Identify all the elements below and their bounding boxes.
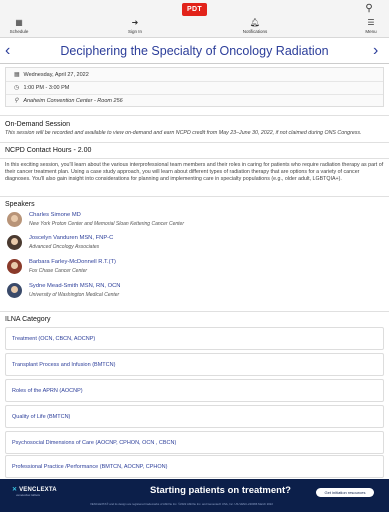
clock-icon: ◷ [14, 85, 20, 91]
category-label: Psychosocial Dimensions of Care (AOCNP, … [12, 440, 177, 446]
session-detail: ▦ Wednesday, April 27, 2022 ◷ 1:00 PM - … [0, 64, 389, 479]
speaker-affiliation: University of Washington Medical Center [29, 292, 120, 298]
category-label: Transplant Process and Infusion (BMTCN) [12, 362, 116, 368]
sign-in-icon: ➜ [131, 18, 139, 27]
avatar [7, 212, 22, 227]
ad-banner[interactable]: ✕ VENCLEXTA venetoclax tablets Starting … [0, 479, 389, 512]
category-item[interactable]: Professional Practice /Performance (BMTC… [5, 455, 384, 478]
on-demand-heading: On-Demand Session [5, 121, 70, 128]
category-item[interactable]: Roles of the APRN (AOCNP) [5, 379, 384, 402]
ad-cta-button[interactable]: Get initiation resources [316, 488, 374, 497]
category-label: Treatment (OCN, CBCN, AOCNP) [12, 336, 96, 342]
speakers-heading: Speakers [5, 201, 35, 208]
session-date: ▦ Wednesday, April 27, 2022 [14, 69, 89, 81]
avatar [7, 259, 22, 274]
title-bar: ‹ Deciphering the Specialty of Oncology … [0, 39, 389, 64]
session-time-text: 1:00 PM - 3:00 PM [23, 85, 70, 91]
nav-schedule-label: Schedule [9, 29, 29, 34]
nav-schedule[interactable]: ▦ Schedule [0, 18, 39, 34]
hamburger-icon: ☰ [367, 18, 375, 27]
category-label: Roles of the APRN (AOCNP) [12, 388, 83, 394]
pdt-logo[interactable]: PDT [182, 3, 207, 16]
category-item[interactable]: Treatment (OCN, CBCN, AOCNP) [5, 327, 384, 350]
speaker-item[interactable]: Sydne Mead-Smith MSN, RN, OCN University… [5, 282, 385, 304]
divider [0, 142, 389, 143]
session-date-text: Wednesday, April 27, 2022 [23, 72, 89, 78]
speaker-affiliation: New York Proton Center and Memorial Sloa… [29, 221, 184, 227]
session-description: In this exciting session, you'll learn a… [5, 162, 384, 182]
speaker-name: Sydne Mead-Smith MSN, RN, OCN [29, 283, 121, 289]
category-label: Professional Practice /Performance (BMTC… [12, 464, 168, 470]
map-pin-icon: ⚲ [14, 98, 19, 104]
contact-hours: NCPD Contact Hours - 2.00 [5, 147, 92, 154]
ad-fine-print: VENCLEXTA® and its design are registered… [90, 502, 273, 506]
speaker-name: Barbara Farley-McDonnell R.T.(T) [29, 259, 116, 265]
on-demand-text: This session will be recorded and availa… [5, 130, 362, 136]
ad-headline: Starting patients on treatment? [150, 485, 291, 496]
calendar-icon: ▦ [15, 18, 23, 27]
avatar [7, 283, 22, 298]
search-icon[interactable]: ⚲ [363, 3, 375, 15]
speaker-item[interactable]: Joscelyn Vanduren MSN, FNP-C Advanced On… [5, 234, 385, 256]
ad-brand-sub: venetoclax tablets [16, 493, 41, 497]
session-time: ◷ 1:00 PM - 3:00 PM [14, 82, 69, 94]
category-item[interactable]: Quality of Life (BMTCN) [5, 405, 384, 428]
page-title: Deciphering the Specialty of Oncology Ra… [60, 44, 329, 58]
speaker-item[interactable]: Barbara Farley-McDonnell R.T.(T) Fox Cha… [5, 258, 385, 280]
top-nav-bar: PDT ⚲ ▦ Schedule ➜ Sign In 🔔︎ Notificati… [0, 0, 389, 38]
nav-menu-label: Menu [365, 29, 377, 34]
category-item[interactable]: Transplant Process and Infusion (BMTCN) [5, 353, 384, 376]
session-location[interactable]: ⚲ Anaheim Convention Center - Room 256 [14, 95, 123, 107]
category-label: Quality of Life (BMTCN) [12, 414, 71, 420]
nav-sign-in-label: Sign In [127, 29, 142, 34]
speaker-affiliation: Advanced Oncology Associates [29, 244, 100, 250]
venclexta-logo: ✕ VENCLEXTA [12, 486, 57, 493]
category-item[interactable]: Psychosocial Dimensions of Care (AOCNP, … [5, 431, 384, 454]
divider [0, 158, 389, 159]
divider [0, 311, 389, 312]
bell-icon: 🔔︎ [249, 18, 261, 27]
speaker-item[interactable]: Charles Simone MD New York Proton Center… [5, 211, 385, 233]
divider [0, 196, 389, 197]
calendar-icon: ▦ [14, 72, 20, 78]
speaker-name: Charles Simone MD [29, 212, 81, 218]
nav-sign-in[interactable]: ➜ Sign In [115, 18, 155, 34]
ilna-category-heading: ILNA Category [5, 316, 51, 323]
speaker-affiliation: Fox Chase Cancer Center [29, 268, 88, 274]
forward-arrow-icon[interactable]: › [373, 41, 378, 61]
back-arrow-icon[interactable]: ‹ [5, 41, 10, 61]
nav-notifications[interactable]: 🔔︎ Notifications [235, 18, 275, 34]
session-info-box: ▦ Wednesday, April 27, 2022 ◷ 1:00 PM - … [5, 67, 384, 107]
divider [0, 115, 389, 116]
avatar [7, 235, 22, 250]
nav-menu[interactable]: ☰ Menu [351, 18, 389, 34]
session-location-text: Anaheim Convention Center - Room 256 [23, 98, 123, 104]
nav-notifications-label: Notifications [242, 29, 268, 34]
speaker-name: Joscelyn Vanduren MSN, FNP-C [29, 235, 114, 241]
